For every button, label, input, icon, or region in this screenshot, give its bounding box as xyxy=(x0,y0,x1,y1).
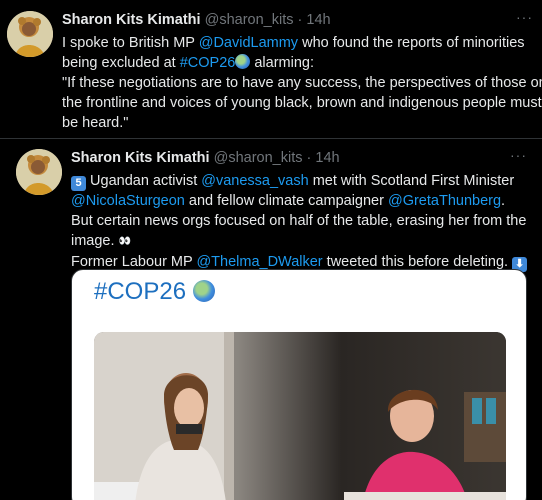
tweet-line: "If these negotiations are to have any s… xyxy=(62,75,542,91)
timestamp[interactable]: 14h xyxy=(306,12,330,28)
tweet-header: Sharon Kits Kimathi @sharon_kits · 14h xyxy=(71,149,340,167)
user-handle[interactable]: @sharon_kits xyxy=(205,12,294,28)
timestamp[interactable]: 14h xyxy=(315,150,339,166)
text-segment: I spoke to British MP xyxy=(62,35,199,51)
tweet-text: 5 Ugandan activist @vanessa_vash met wit… xyxy=(71,171,539,272)
tweet-line: image. 👀 xyxy=(71,231,539,252)
more-options-icon[interactable]: ··· xyxy=(516,9,533,25)
tweet-line: being excluded at #COP26 alarming: xyxy=(62,53,540,73)
text-segment: Former Labour MP xyxy=(71,254,197,270)
text-segment: tweeted this before deleting. xyxy=(322,254,513,270)
mention-link[interactable]: @GretaThunberg xyxy=(388,193,501,209)
text-segment: who found the reports of minorities xyxy=(298,35,525,51)
tweet-line: But certain news orgs focused on half of… xyxy=(71,213,527,229)
tweet-line: be heard." xyxy=(62,115,129,131)
text-segment: . xyxy=(501,193,506,209)
hashtag-link[interactable]: #COP26 xyxy=(180,55,236,71)
text-segment: being excluded at xyxy=(62,55,180,71)
tweet-media-image[interactable]: #COP26 xyxy=(71,269,527,500)
tweet-top[interactable]: Sharon Kits Kimathi @sharon_kits · 14h ·… xyxy=(0,0,542,138)
tweet-text: I spoke to British MP @DavidLammy who fo… xyxy=(62,33,542,133)
more-options-icon[interactable]: ··· xyxy=(510,147,527,163)
text-segment: and fellow climate campaigner xyxy=(184,193,388,209)
display-name[interactable]: Sharon Kits Kimathi xyxy=(62,12,201,28)
globe-emoji-icon xyxy=(192,280,215,302)
user-avatar[interactable] xyxy=(7,11,53,57)
mention-link[interactable]: @NicolaSturgeon xyxy=(71,193,185,209)
display-name[interactable]: Sharon Kits Kimathi xyxy=(71,150,210,166)
mention-link[interactable]: @DavidLammy xyxy=(199,35,298,51)
tweet-header: Sharon Kits Kimathi @sharon_kits · 14h xyxy=(62,11,331,29)
separator: · xyxy=(306,150,312,166)
mention-link[interactable]: @vanessa_vash xyxy=(201,173,308,189)
meeting-photo xyxy=(94,332,506,500)
tweet-line: the frontline and voices of young black,… xyxy=(62,95,542,111)
text-segment: Ugandan activist xyxy=(86,173,202,189)
media-hashtag-text: #COP26 xyxy=(94,278,187,305)
text-segment: met with Scotland First Minister xyxy=(308,173,515,189)
tweet-line: I spoke to British MP @DavidLammy who fo… xyxy=(62,33,540,53)
separator: · xyxy=(297,12,303,28)
tweet-line: @NicolaSturgeon and fellow climate campa… xyxy=(71,191,539,211)
user-handle[interactable]: @sharon_kits xyxy=(214,150,303,166)
user-avatar[interactable] xyxy=(16,149,62,195)
text-segment: alarming: xyxy=(250,55,314,71)
tweet-quoted[interactable]: Sharon Kits Kimathi @sharon_kits · 14h ·… xyxy=(0,138,542,500)
text-segment: image. xyxy=(71,233,119,249)
eyes-emoji-icon: 👀 xyxy=(118,236,131,247)
globe-emoji-icon xyxy=(235,54,251,69)
keycap-five-emoji-icon: 5 xyxy=(71,176,86,191)
media-hashtag: #COP26 xyxy=(94,278,215,306)
tweet-line: 5 Ugandan activist @vanessa_vash met wit… xyxy=(71,171,539,191)
mention-link[interactable]: @Thelma_DWalker xyxy=(196,254,322,270)
